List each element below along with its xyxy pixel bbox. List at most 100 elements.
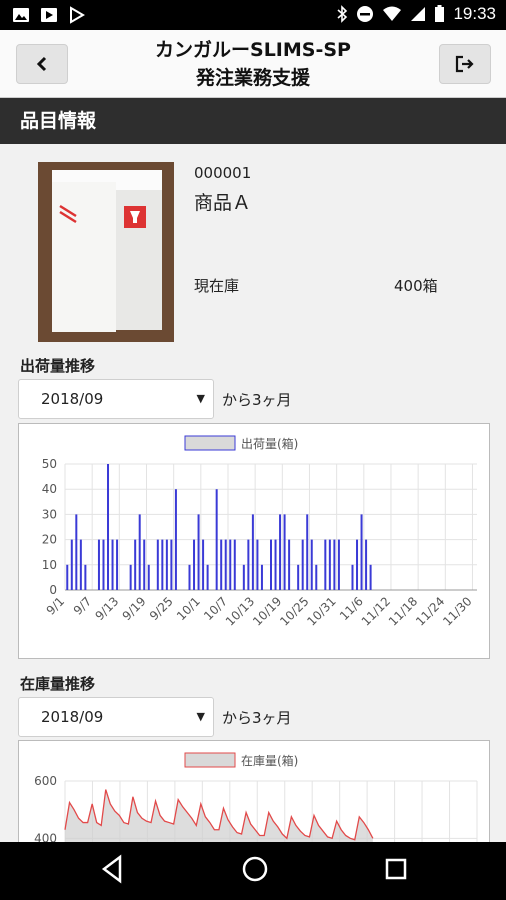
bar xyxy=(147,564,150,590)
bar xyxy=(256,539,259,590)
bar xyxy=(360,514,363,590)
x-tick-label: 11/24 xyxy=(413,594,447,628)
title-line-1: カンガルーSLIMS-SP xyxy=(155,39,351,61)
brand-logo-icon xyxy=(59,204,77,224)
bar xyxy=(283,514,286,590)
bar xyxy=(107,464,110,590)
bar xyxy=(260,564,263,590)
play-store-icon xyxy=(70,6,85,24)
x-tick-label: 10/1 xyxy=(174,594,203,623)
bar xyxy=(333,539,336,590)
wifi-icon xyxy=(383,6,402,21)
bar xyxy=(351,564,354,590)
bar xyxy=(215,489,218,590)
section-header: 品目情報 xyxy=(0,98,506,144)
nav-back-icon[interactable] xyxy=(100,854,124,884)
x-tick-label: 10/31 xyxy=(304,594,338,628)
image-icon xyxy=(13,8,29,22)
shipment-month-select[interactable]: 2018/09 ▼ xyxy=(18,379,214,419)
dropdown-arrow-icon: ▼ xyxy=(196,710,205,723)
bar xyxy=(75,514,78,590)
bar xyxy=(79,539,82,590)
stock-label: 現在庫 xyxy=(194,277,240,295)
app-header: カンガルーSLIMS-SP 発注業務支援 xyxy=(0,30,506,98)
x-tick-label: 11/12 xyxy=(359,594,393,628)
bar xyxy=(229,539,232,590)
bar xyxy=(251,514,254,590)
x-tick-label: 10/25 xyxy=(277,594,311,628)
bar xyxy=(356,539,359,590)
bar xyxy=(134,539,137,590)
bar xyxy=(220,539,223,590)
bar xyxy=(270,539,272,590)
bar xyxy=(129,564,132,590)
bar xyxy=(161,539,164,590)
bar xyxy=(111,539,114,590)
bar xyxy=(188,564,191,590)
bar xyxy=(324,539,327,590)
x-tick-label: 11/30 xyxy=(440,594,474,628)
y-tick-label: 10 xyxy=(42,558,57,572)
battery-icon xyxy=(435,5,445,22)
legend-swatch xyxy=(184,435,236,451)
bar xyxy=(310,539,313,590)
bar xyxy=(328,539,331,590)
bar xyxy=(274,539,277,590)
y-tick-label: 40 xyxy=(42,482,57,496)
product-code: 000001 xyxy=(194,164,252,182)
nav-recents-icon[interactable] xyxy=(384,854,408,884)
chevron-left-icon xyxy=(36,56,47,72)
x-tick-label: 9/19 xyxy=(120,594,149,623)
bar xyxy=(224,539,227,590)
product-name: 商品Ａ xyxy=(194,192,252,214)
nav-home-icon[interactable] xyxy=(241,854,269,884)
x-tick-label: 10/13 xyxy=(223,594,257,628)
inventory-month-select[interactable]: 2018/09 ▼ xyxy=(18,697,214,737)
bar xyxy=(174,489,177,590)
do-not-disturb-icon xyxy=(357,6,374,22)
bar xyxy=(193,539,196,590)
bar xyxy=(306,514,309,590)
signal-icon xyxy=(411,7,426,21)
bar xyxy=(143,539,146,590)
status-bar: 19:33 xyxy=(0,0,506,30)
inventory-range-label: から3ヶ月 xyxy=(222,709,292,727)
bar xyxy=(156,539,159,590)
title-line-2: 発注業務支援 xyxy=(195,67,310,89)
bar xyxy=(369,564,372,590)
shipment-select-value: 2018/09 xyxy=(41,390,104,408)
bar xyxy=(242,564,245,590)
fragile-icon xyxy=(124,206,146,228)
back-button[interactable] xyxy=(16,44,68,84)
bar xyxy=(288,539,291,590)
bar xyxy=(337,539,340,590)
stock-value: 400箱 xyxy=(394,277,438,295)
bar xyxy=(315,564,318,590)
product-image xyxy=(38,162,174,342)
inventory-select-value: 2018/09 xyxy=(41,708,104,726)
notification-icons xyxy=(12,6,86,24)
bar xyxy=(197,514,200,590)
bar xyxy=(233,539,236,590)
status-time: 19:33 xyxy=(453,4,496,23)
shipment-chart: 出荷量(箱) 0 10 20 30 40 50 9/1 9/7 9/13 9/19 9/25 10/1… xyxy=(18,423,490,659)
inventory-chart-svg: 在庫量(箱) 400600 xyxy=(34,752,478,851)
logout-button[interactable] xyxy=(439,44,491,84)
x-tick-label: 9/1 xyxy=(44,594,68,618)
x-tick-label: 9/25 xyxy=(147,594,176,623)
x-tick-label: 10/19 xyxy=(250,594,284,628)
system-icons: 19:33 xyxy=(336,4,496,24)
x-tick-label: 9/13 xyxy=(92,594,121,623)
bar xyxy=(170,539,173,590)
logout-icon xyxy=(455,55,474,73)
system-nav-bar xyxy=(0,842,506,900)
inventory-chart: 在庫量(箱) 400 600 xyxy=(18,740,490,851)
page-title: カンガルーSLIMS-SP 発注業務支援 xyxy=(90,36,416,92)
bar xyxy=(70,539,73,590)
y-tick-label: 600 xyxy=(34,774,57,788)
legend-label: 在庫量(箱) xyxy=(241,753,298,768)
bar xyxy=(97,539,100,590)
bar xyxy=(116,539,119,590)
inventory-title: 在庫量推移 xyxy=(20,675,96,693)
x-tick-label: 11/18 xyxy=(386,594,420,628)
